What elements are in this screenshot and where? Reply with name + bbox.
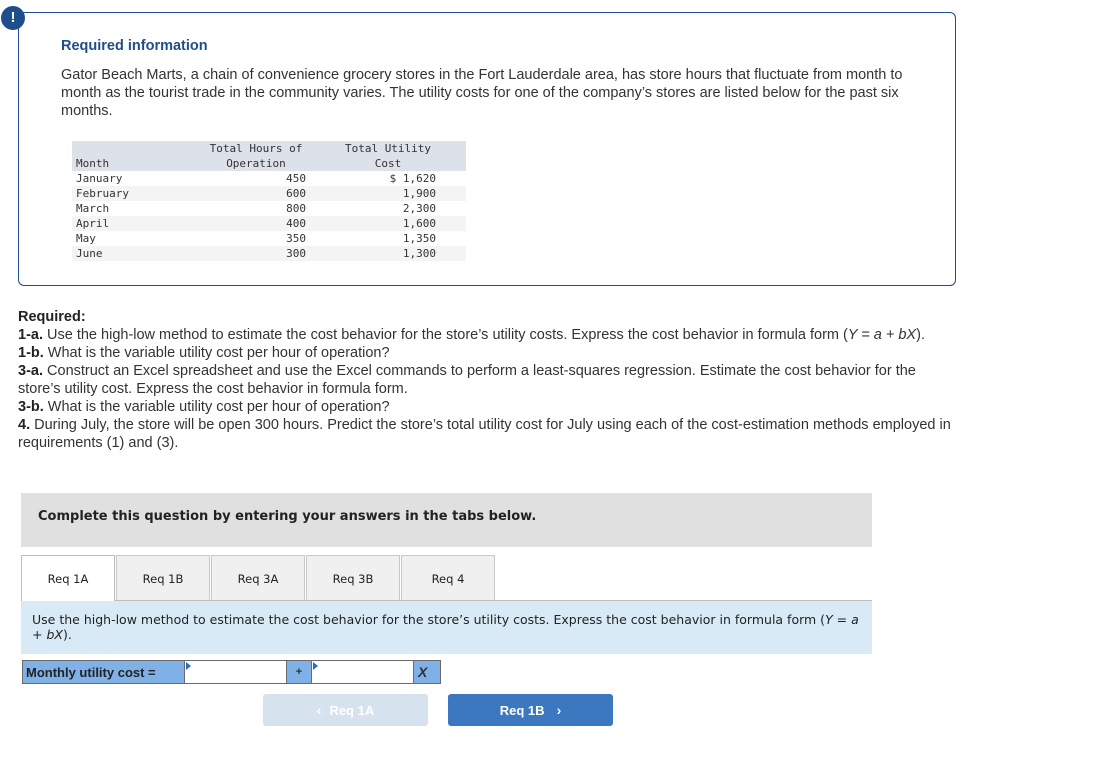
x-variable-label: X xyxy=(414,661,440,683)
cell-month: March xyxy=(76,202,110,215)
monthly-utility-cost-label: Monthly utility cost = xyxy=(23,661,185,683)
table-row: May 350 1,350 xyxy=(72,231,466,246)
cell-cost: 2,300 xyxy=(402,202,436,215)
utility-cost-table: Month Total Hours of Operation Total Uti… xyxy=(72,141,466,261)
cell-month: February xyxy=(72,186,206,201)
cell-cost: 1,350 xyxy=(402,232,436,245)
cell-hours: 300 xyxy=(206,246,310,261)
cell-cost: 1,300 xyxy=(310,246,466,261)
instruction-banner: Complete this question by entering your … xyxy=(21,493,872,547)
fixed-cost-input[interactable] xyxy=(185,661,287,683)
prev-req-button: ‹ Req 1A xyxy=(263,694,428,726)
next-req-label: Req 1B xyxy=(499,702,545,718)
requirement-1b: 1-b. What is the variable utility cost p… xyxy=(18,345,390,361)
table-row: February 600 1,900 xyxy=(72,186,466,201)
tab-req-3a[interactable]: Req 3A xyxy=(211,555,305,601)
tab-req-1b[interactable]: Req 1B xyxy=(116,555,210,601)
formula-row: Monthly utility cost = + X xyxy=(22,660,441,684)
header-cost-line2: Cost xyxy=(374,157,402,170)
cell-month: June xyxy=(72,246,206,261)
table-row: June 300 1,300 xyxy=(72,246,466,261)
cell-hours: 350 xyxy=(286,232,306,245)
cell-cost: $ 1,620 xyxy=(389,172,436,185)
header-hours-line1: Total Hours of xyxy=(209,142,303,155)
tab-req-3b[interactable]: Req 3B xyxy=(306,555,400,601)
header-cost-line1: Total Utility xyxy=(344,142,432,155)
header-hours-line2: Operation xyxy=(226,157,286,170)
cell-cost: 1,900 xyxy=(310,186,466,201)
requirement-1a: 1-a. Use the high-low method to estimate… xyxy=(18,327,925,343)
cell-month: January xyxy=(76,172,123,185)
variable-cost-input[interactable] xyxy=(312,661,414,683)
tab-req-4[interactable]: Req 4 xyxy=(401,555,495,601)
header-hours: Total Hours of Operation xyxy=(206,141,310,171)
next-req-button[interactable]: Req 1B › xyxy=(448,694,613,726)
header-cost: Total Utility Cost xyxy=(310,141,466,171)
problem-description: Gator Beach Marts, a chain of convenienc… xyxy=(61,67,903,119)
question-panel: Use the high-low method to estimate the … xyxy=(21,601,872,654)
chevron-left-icon: ‹ xyxy=(316,702,322,718)
table-row: April 400 1,600 xyxy=(72,216,466,231)
cell-hours: 800 xyxy=(286,202,306,215)
requirement-3b: 3-b. What is the variable utility cost p… xyxy=(18,399,390,415)
instruction-text: Complete this question by entering your … xyxy=(38,509,537,524)
cell-month: April xyxy=(72,216,206,231)
table-row: March 800 2,300 xyxy=(72,201,466,216)
required-heading: Required: xyxy=(18,309,86,325)
requirement-3a: 3-a. Construct an Excel spreadsheet and … xyxy=(18,363,916,397)
cell-month: May xyxy=(76,232,96,245)
requirement-tabs: Req 1A Req 1B Req 3A Req 3B Req 4 xyxy=(21,555,496,601)
required-section: Required: 1-a. Use the high-low method t… xyxy=(18,308,958,452)
question-text: Use the high-low method to estimate the … xyxy=(32,612,859,642)
header-month: Month xyxy=(72,141,206,171)
table-row: January 450 $ 1,620 xyxy=(72,171,466,186)
chevron-right-icon: › xyxy=(556,702,562,718)
cell-cost: 1,600 xyxy=(310,216,466,231)
cell-hours: 400 xyxy=(206,216,310,231)
required-information-title: Required information xyxy=(61,38,208,54)
variable-cost-field-wrapper xyxy=(312,661,414,683)
tab-req-1a[interactable]: Req 1A xyxy=(21,555,115,601)
fixed-cost-field-wrapper xyxy=(185,661,287,683)
requirement-4: 4. During July, the store will be open 3… xyxy=(18,417,951,451)
cell-hours: 600 xyxy=(206,186,310,201)
cell-hours: 450 xyxy=(286,172,306,185)
plus-sign: + xyxy=(287,661,312,683)
prev-req-label: Req 1A xyxy=(329,702,375,718)
